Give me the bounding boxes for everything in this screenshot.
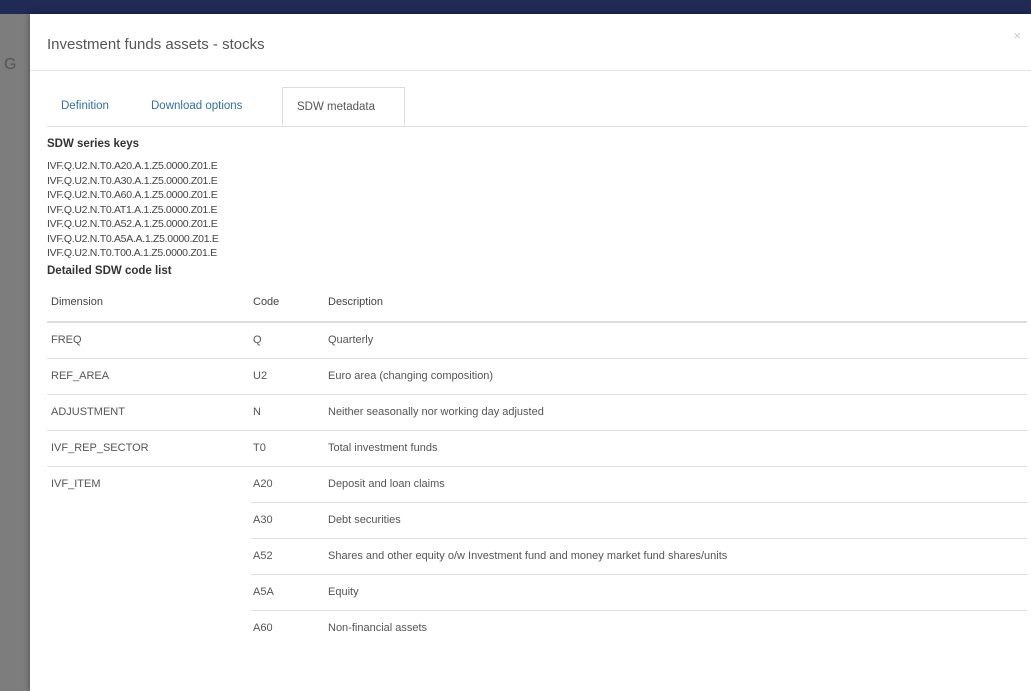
table-row: ADJUSTMENT N Neither seasonally nor work… <box>47 393 1027 430</box>
series-key: IVF.Q.U2.N.T0.A60.A.1.Z5.0000.Z01.E <box>47 189 218 201</box>
description-cell: Euro area (changing composition) <box>328 357 1027 394</box>
table-row: IVF_REP_SECTOR T0 Total investment funds <box>47 429 1027 466</box>
description-cell: Non-financial assets <box>328 609 1027 646</box>
dimension-cell <box>47 610 251 646</box>
dimension-cell <box>47 538 251 574</box>
modal-header: Investment funds assets - stocks × <box>30 14 1031 71</box>
series-keys-list: IVF.Q.U2.N.T0.A20.A.1.Z5.0000.Z01.E IVF.… <box>47 159 1017 261</box>
code-cell: A20 <box>251 465 328 502</box>
description-cell: Equity <box>328 573 1027 610</box>
series-key: IVF.Q.U2.N.T0.A30.A.1.Z5.0000.Z01.E <box>47 174 218 187</box>
description-cell: Deposit and loan claims <box>328 465 1027 502</box>
table-row: REF_AREA U2 Euro area (changing composit… <box>47 357 1027 394</box>
dimension-cell: FREQ <box>47 321 251 358</box>
description-cell: Quarterly <box>328 321 1027 358</box>
modal-title: Investment funds assets - stocks <box>47 36 265 53</box>
code-cell: Q <box>251 321 328 358</box>
tab-content: SDW series keys IVF.Q.U2.N.T0.A20.A.1.Z5… <box>47 138 1027 646</box>
column-header-code: Code <box>251 282 328 323</box>
code-cell: A60 <box>251 609 328 646</box>
code-cell: A30 <box>251 501 328 538</box>
tab-download-options[interactable]: Download options <box>137 87 256 126</box>
column-header-description: Description <box>328 282 1027 323</box>
series-key: IVF.Q.U2.N.T0.A20.A.1.Z5.0000.Z01.E <box>47 160 218 172</box>
code-cell: A5A <box>251 573 328 610</box>
description-cell: Shares and other equity o/w Investment f… <box>328 537 1027 574</box>
dimension-cell: IVF_ITEM <box>47 465 251 502</box>
description-cell: Neither seasonally nor working day adjus… <box>328 393 1027 430</box>
code-cell: U2 <box>251 357 328 394</box>
series-key: IVF.Q.U2.N.T0.A52.A.1.Z5.0000.Z01.E <box>47 218 218 230</box>
dimension-cell: REF_AREA <box>47 357 251 394</box>
table-row: IVF_ITEM A20 Deposit and loan claims <box>47 465 1027 502</box>
code-list-table: Dimension Code Description FREQ Q Quarte… <box>47 282 1027 646</box>
series-key: IVF.Q.U2.N.T0.AT1.A.1.Z5.0000.Z01.E <box>47 203 218 216</box>
code-cell: N <box>251 393 328 430</box>
code-cell: A52 <box>251 537 328 574</box>
description-cell: Total investment funds <box>328 429 1027 466</box>
series-key: IVF.Q.U2.N.T0.T00.A.1.Z5.0000.Z01.E <box>47 247 217 259</box>
close-icon[interactable]: × <box>1013 28 1021 43</box>
modal-dialog: Investment funds assets - stocks × Defin… <box>30 14 1031 691</box>
series-key: IVF.Q.U2.N.T0.A5A.A.1.Z5.0000.Z01.E <box>47 232 219 245</box>
table-row: A30 Debt securities <box>47 501 1027 538</box>
tab-bar: Definition Download options SDW metadata <box>47 87 1027 127</box>
column-header-dimension: Dimension <box>47 282 251 323</box>
dimension-cell: ADJUSTMENT <box>47 393 251 430</box>
dimension-cell: IVF_REP_SECTOR <box>47 429 251 466</box>
table-row: A5A Equity <box>47 573 1027 610</box>
table-row: FREQ Q Quarterly <box>47 321 1027 358</box>
background-page-glyph: G <box>4 56 17 73</box>
background-page-header <box>0 0 1031 14</box>
tab-sdw-metadata[interactable]: SDW metadata <box>282 87 405 126</box>
description-cell: Debt securities <box>328 501 1027 538</box>
table-row: A52 Shares and other equity o/w Investme… <box>47 537 1027 574</box>
table-header-row: Dimension Code Description <box>47 282 1027 323</box>
dimension-cell <box>47 574 251 610</box>
code-cell: T0 <box>251 429 328 466</box>
tab-definition[interactable]: Definition <box>47 87 123 126</box>
table-row: A60 Non-financial assets <box>47 609 1027 646</box>
series-keys-heading: SDW series keys <box>47 138 140 150</box>
dimension-cell <box>47 502 251 538</box>
code-list-heading: Detailed SDW code list <box>47 264 172 277</box>
background-page: G <box>0 14 30 691</box>
